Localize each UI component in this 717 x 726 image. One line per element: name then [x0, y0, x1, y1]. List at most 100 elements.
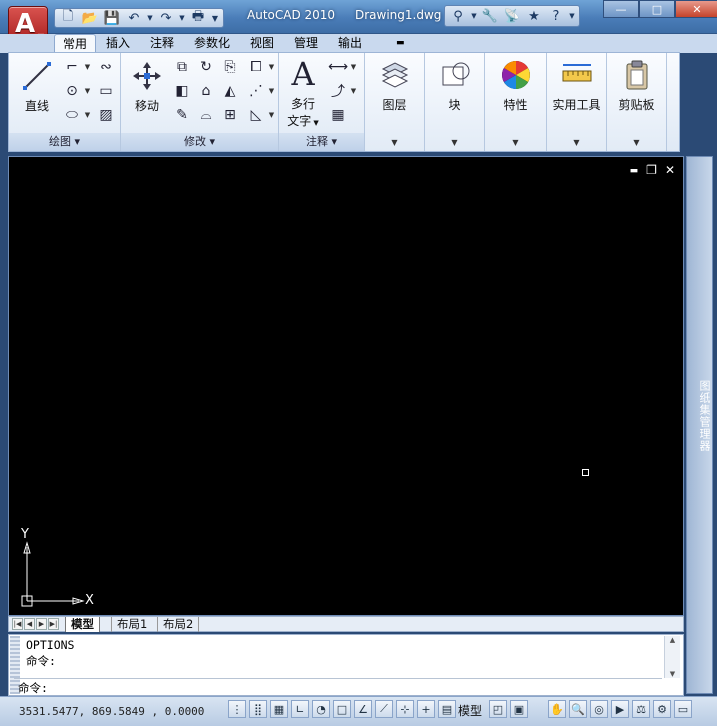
polyline-dropdown-icon[interactable]: ▼ [83, 57, 92, 77]
tab-insert[interactable]: 插入 [98, 34, 138, 53]
tab-model[interactable]: 模型 [65, 617, 100, 632]
layers-dropdown-icon[interactable]: ▼ [365, 138, 424, 147]
object-snap-icon[interactable]: □ [333, 700, 351, 718]
ribbon-minimize-icon[interactable]: ▬ [388, 34, 413, 53]
drawing-restore-icon[interactable]: ❐ [646, 163, 657, 177]
clipboard-tile[interactable]: 剪贴板 ▼ [607, 53, 667, 151]
utilities-tile[interactable]: 实用工具 ▼ [547, 53, 607, 151]
tab-manage[interactable]: 管理 [286, 34, 326, 53]
annotation-panel-title[interactable]: 注释 ▾ [279, 133, 364, 151]
chamfer-icon[interactable]: ◺ [245, 105, 267, 125]
ellipse-icon[interactable]: ⬭ [61, 105, 83, 125]
tab-parametric[interactable]: 参数化 [186, 34, 238, 53]
block-dropdown-icon[interactable]: ▼ [425, 138, 484, 147]
last-tab-icon[interactable]: ▶| [48, 618, 59, 630]
draw-panel-title[interactable]: 绘图 ▾ [9, 133, 120, 151]
properties-tile[interactable]: 特性 ▼ [485, 53, 547, 151]
line-button[interactable]: 直线 [15, 59, 59, 114]
leader-icon[interactable]: ⤴ [327, 81, 349, 101]
quick-view-drawings-icon[interactable]: ▣ [510, 700, 528, 718]
steering-wheel-icon[interactable]: ◎ [590, 700, 608, 718]
tab-home[interactable]: 常用 [54, 34, 97, 53]
undo-dropdown-icon[interactable]: ▼ [146, 8, 154, 28]
drawing-close-icon[interactable]: ✕ [665, 163, 675, 177]
explode-icon[interactable]: ⋰ [245, 81, 267, 101]
erase-dropdown-icon[interactable]: ▼ [267, 57, 276, 77]
chamfer-dropdown-icon[interactable]: ▼ [267, 105, 276, 125]
polar-tracking-icon[interactable]: ◔ [312, 700, 330, 718]
tab-view[interactable]: 视图 [242, 34, 282, 53]
snap-mode-icon[interactable]: ⣿ [249, 700, 267, 718]
close-button[interactable]: ✕ [675, 0, 717, 18]
quick-properties-icon[interactable]: ▤ [438, 700, 456, 718]
tab-layout2[interactable]: 布局2 [157, 617, 200, 632]
leader-dropdown-icon[interactable]: ▼ [349, 81, 358, 101]
scale-icon[interactable]: ✎ [171, 105, 193, 125]
redo-dropdown-icon[interactable]: ▼ [178, 8, 186, 28]
modify-panel-title[interactable]: 修改 ▾ [121, 133, 278, 151]
save-icon[interactable]: 💾 [102, 8, 122, 28]
tab-output[interactable]: 输出 [330, 34, 370, 53]
showmotion-icon[interactable]: ▶ [611, 700, 629, 718]
spline-icon[interactable]: ∾ [95, 57, 117, 77]
next-tab-icon[interactable]: ▶ [36, 618, 47, 630]
maximize-button[interactable]: □ [639, 0, 675, 18]
scroll-down-icon[interactable]: ▼ [665, 670, 680, 678]
hatch-icon[interactable]: ▨ [95, 105, 117, 125]
polyline-icon[interactable]: ⌐ [61, 57, 83, 77]
wrench-icon[interactable]: 🔧 [480, 6, 500, 26]
lineweight-icon[interactable]: + [417, 700, 435, 718]
zoom-icon[interactable]: 🔍 [569, 700, 587, 718]
object-snap-tracking-icon[interactable]: ∠ [354, 700, 372, 718]
table-icon[interactable]: ▦ [327, 105, 349, 125]
model-space-label[interactable]: 模型 [458, 702, 482, 719]
star-icon[interactable]: ★ [524, 6, 544, 26]
qat-customize-icon[interactable]: ▼ [210, 8, 220, 28]
drawing-area[interactable]: ▬ ❐ ✕ Y X [8, 156, 684, 616]
dynamic-input-icon[interactable]: ⊹ [396, 700, 414, 718]
clean-screen-icon[interactable]: ▭ [674, 700, 692, 718]
ellipse-dropdown-icon[interactable]: ▼ [83, 105, 92, 125]
copy-icon[interactable]: ⧉ [171, 57, 193, 77]
coordinates-readout[interactable]: 3531.5477, 869.5849 , 0.0000 [19, 705, 204, 718]
dimension-dropdown-icon[interactable]: ▼ [349, 57, 358, 77]
explode-dropdown-icon[interactable]: ▼ [267, 81, 276, 101]
open-icon[interactable]: 📂 [80, 8, 100, 28]
search-dropdown-icon[interactable]: ▼ [470, 6, 478, 26]
grid-display-icon[interactable]: ▦ [270, 700, 288, 718]
dimension-icon[interactable]: ⟷ [327, 57, 349, 77]
ortho-mode-icon[interactable]: ∟ [291, 700, 309, 718]
tab-layout1[interactable]: 布局1 [111, 617, 152, 632]
help-dropdown-icon[interactable]: ▼ [568, 6, 576, 26]
offset-icon[interactable]: ⌓ [195, 105, 217, 125]
scroll-up-icon[interactable]: ▲ [665, 636, 680, 644]
circle-icon[interactable]: ⊙ [61, 81, 83, 101]
quick-view-layouts-icon[interactable]: ◰ [489, 700, 507, 718]
dynamic-ucs-icon[interactable]: ⟋ [375, 700, 393, 718]
clipboard-dropdown-icon[interactable]: ▼ [607, 138, 666, 147]
new-icon[interactable]: 🗋 [58, 8, 78, 28]
rectangle-icon[interactable]: ▭ [95, 81, 117, 101]
command-scrollbar[interactable]: ▲ ▼ [664, 636, 680, 678]
minimize-button[interactable]: — [603, 0, 639, 18]
command-input[interactable]: 命令: [14, 678, 662, 695]
satellite-icon[interactable]: 📡 [502, 6, 522, 26]
mirror-icon[interactable]: ◧ [171, 81, 193, 101]
first-tab-icon[interactable]: |◀ [12, 618, 23, 630]
plot-icon[interactable]: 🖶 [188, 8, 208, 28]
fillet-icon[interactable]: ◭ [219, 81, 241, 101]
layers-tile[interactable]: 图层 ▼ [365, 53, 425, 151]
help-icon[interactable]: ? [546, 6, 566, 26]
properties-dropdown-icon[interactable]: ▼ [485, 138, 546, 147]
infer-constraints-icon[interactable]: ⋮ [228, 700, 246, 718]
multiline-text-button[interactable]: A 多行 文字 ▼ [281, 55, 325, 129]
stretch-icon[interactable]: ⌂ [195, 81, 217, 101]
trim-icon[interactable]: ⎘ [219, 57, 241, 77]
undo-icon[interactable]: ↶ [124, 8, 144, 28]
rotate-icon[interactable]: ↻ [195, 57, 217, 77]
array-icon[interactable]: ⊞ [219, 105, 241, 125]
drawing-minimize-icon[interactable]: ▬ [630, 163, 639, 177]
redo-icon[interactable]: ↷ [156, 8, 176, 28]
pan-icon[interactable]: ✋ [548, 700, 566, 718]
erase-icon[interactable]: ⧠ [245, 57, 267, 77]
